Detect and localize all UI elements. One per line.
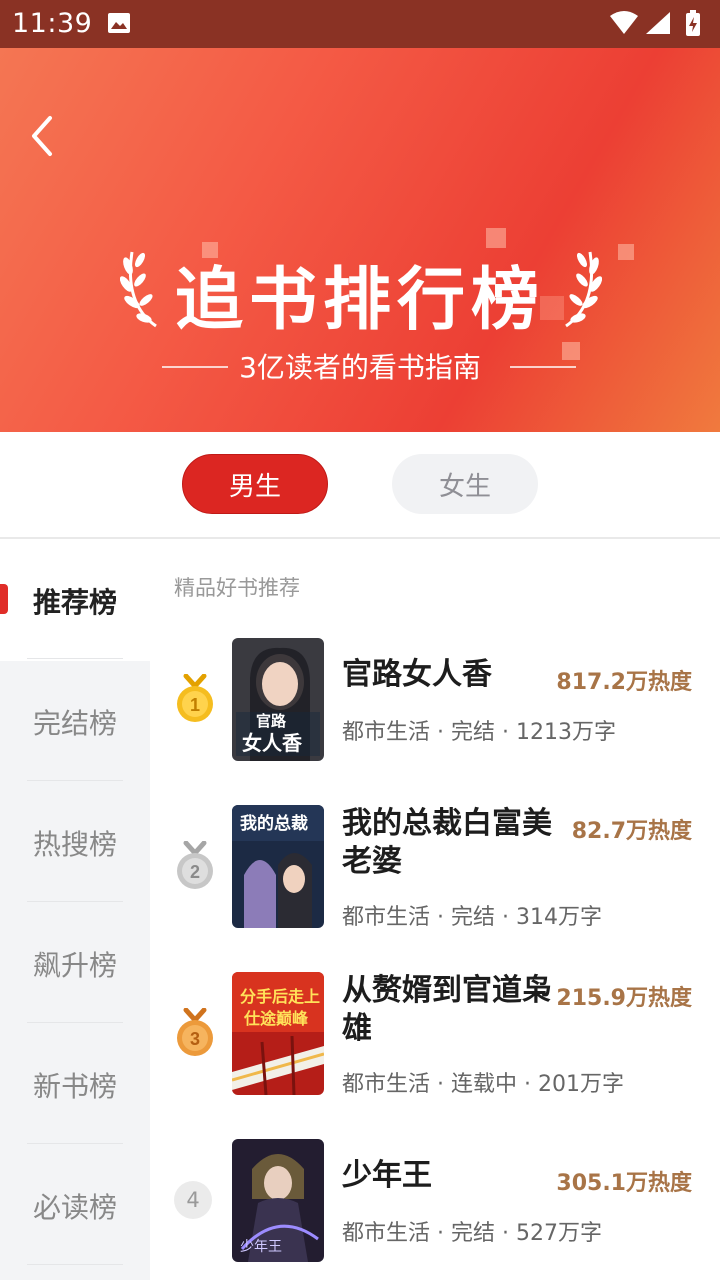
book-cover: 分手后走上 仕途巅峰 <box>232 972 324 1095</box>
status-time: 11:39 <box>12 8 93 39</box>
book-meta: 都市生活 · 完结 · 1213万字 <box>342 720 616 745</box>
book-title-line: 老婆 <box>342 844 402 879</box>
wifi-icon <box>610 11 638 34</box>
book-meta: 都市生活 · 完结 · 527万字 <box>342 1221 602 1246</box>
cover-title: 分手后走上 <box>240 987 320 1006</box>
tab-male[interactable]: 男生 <box>182 454 328 514</box>
cover-title: 官路 <box>256 712 287 730</box>
banner-subtitle: 3亿读者的看书指南 <box>239 351 481 384</box>
divider <box>27 780 123 781</box>
sidebar-item-label: 推荐榜 <box>32 585 117 619</box>
status-bar: 11:39 <box>0 0 720 48</box>
book-heat: 215.9万热度 <box>556 986 692 1011</box>
book-title: 官路女人香 <box>342 657 492 692</box>
sidebar-item-label: 完结榜 <box>32 706 117 740</box>
divider <box>27 901 123 902</box>
book-cover: 我的总裁 <box>232 805 324 928</box>
active-indicator <box>0 584 8 614</box>
cover-title: 少年王 <box>240 1239 282 1255</box>
gold-medal-icon: 1 <box>177 674 213 722</box>
book-title-line: 我的总裁白富美 <box>342 806 552 841</box>
cover-title: 女人香 <box>242 731 303 755</box>
sidebar-item-recommend[interactable]: 推荐榜 <box>0 540 150 661</box>
sidebar-item-must-read[interactable]: 必读榜 <box>0 1145 150 1266</box>
sidebar-item-hot-search[interactable]: 热搜榜 <box>0 782 150 903</box>
rank-number: 2 <box>190 862 200 882</box>
book-title: 从赘婿到官道枭 雄 <box>342 972 552 1048</box>
divider <box>27 1022 123 1023</box>
book-item[interactable]: 1 官路 女人香 官路女人香 817.2万热度 都市生活 · 完结 · 1213… <box>150 638 720 762</box>
cover-title: 仕途巅峰 <box>243 1009 309 1028</box>
cover-title: 我的总裁 <box>240 813 308 834</box>
book-meta: 都市生活 · 完结 · 314万字 <box>342 905 602 930</box>
sidebar-item-new-books[interactable]: 新书榜 <box>0 1024 150 1145</box>
rank-number: 1 <box>190 695 200 715</box>
silver-medal-icon: 2 <box>177 841 213 889</box>
divider <box>27 1143 123 1144</box>
book-item[interactable]: 3 分手后走上 仕途巅峰 从赘婿到官道枭 雄 215.9万热度 都市生活 · 连… <box>150 972 720 1097</box>
gender-switch: 男生 女生 <box>0 432 720 539</box>
subtitle-line-right <box>510 366 576 368</box>
book-title: 少年王 <box>342 1158 432 1193</box>
divider <box>27 1264 123 1265</box>
back-arrow-icon[interactable] <box>22 110 66 162</box>
rank-number: 3 <box>190 1029 200 1049</box>
sidebar-item-completed[interactable]: 完结榜 <box>0 661 150 782</box>
section-label: 精品好书推荐 <box>174 576 300 600</box>
ranking-sidebar: 推荐榜 完结榜 热搜榜 飙升榜 新书榜 必读榜 <box>0 540 150 1280</box>
ranking-banner: 追书排行榜 3亿读者的看书指南 <box>0 48 720 432</box>
sidebar-item-rising[interactable]: 飙升榜 <box>0 903 150 1024</box>
signal-icon <box>646 12 670 34</box>
book-title-line: 从赘婿到官道枭 <box>342 973 552 1008</box>
tab-female[interactable]: 女生 <box>392 454 538 514</box>
image-notification-icon <box>108 13 130 33</box>
bronze-medal-icon: 3 <box>177 1008 213 1056</box>
book-item[interactable]: 2 我的总裁 我的总裁白富美 老婆 82.7万热度 都市生活 · 完结 · 31… <box>150 805 720 930</box>
divider <box>27 658 123 659</box>
sidebar-item-label: 飙升榜 <box>32 948 117 982</box>
sidebar-item-label: 新书榜 <box>32 1069 117 1103</box>
book-title: 我的总裁白富美 老婆 <box>342 805 552 881</box>
sidebar-item-label: 热搜榜 <box>32 827 117 861</box>
book-cover: 官路 女人香 <box>232 638 324 761</box>
banner-title: 追书排行榜 <box>174 261 545 340</box>
book-cover: 少年王 <box>232 1139 324 1262</box>
book-heat: 82.7万热度 <box>571 819 692 844</box>
book-heat: 305.1万热度 <box>556 1171 692 1196</box>
rank-badge: 4 <box>174 1181 212 1219</box>
book-meta: 都市生活 · 连载中 · 201万字 <box>342 1072 624 1097</box>
sidebar-item-label: 必读榜 <box>32 1190 117 1224</box>
book-heat: 817.2万热度 <box>556 670 692 695</box>
book-title-line: 雄 <box>342 1011 372 1046</box>
status-icons <box>610 10 700 36</box>
book-item[interactable]: 4 少年王 少年王 305.1万热度 都市生活 · 完结 · 527万字 <box>150 1139 720 1263</box>
battery-icon <box>686 10 700 36</box>
